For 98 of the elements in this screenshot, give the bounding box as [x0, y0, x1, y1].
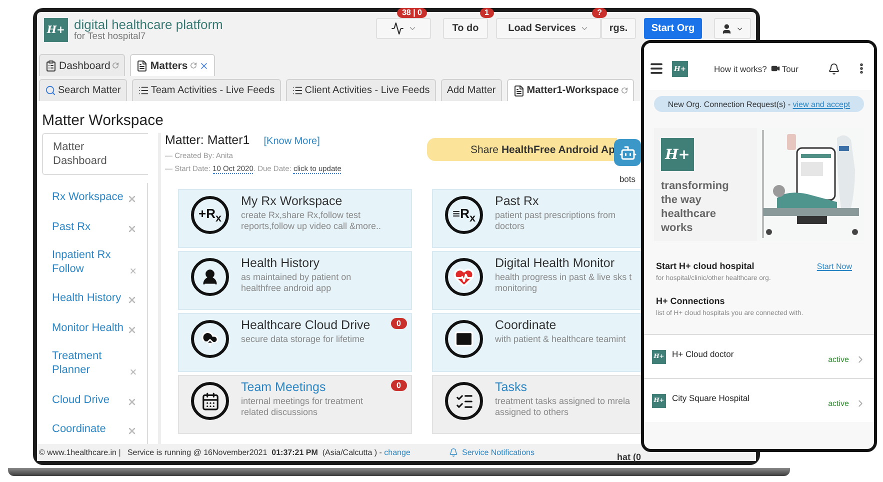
- service-card[interactable]: Health History as maintained by patient on healthfree android app: [178, 251, 412, 310]
- card-description: patient past prescriptions from doctors: [495, 210, 616, 232]
- card-title: Past Rx: [495, 194, 540, 208]
- tagline: transforming the way healthcare works: [661, 179, 730, 235]
- app-subtitle: for Test hospital7: [74, 32, 147, 42]
- card-title: Team Meetings: [241, 380, 327, 394]
- service-card[interactable]: Team Meetings internal meetings for treatment related discussions 0: [178, 375, 412, 434]
- refresh-icon[interactable]: [620, 87, 628, 94]
- card-title: My Rx Workspace: [241, 194, 344, 208]
- card-description: with patient & healthcare teamint: [495, 334, 626, 345]
- card-description: internal meetings for treatment related discussions: [241, 396, 364, 418]
- bell-icon: [449, 448, 458, 457]
- status-text: © www.1healthcare.in | Service is running @ 16November2021 01:37:21 PM (Asia/Calcutta ) - change: [39, 448, 412, 457]
- card-description: health progress in past & live sks t monitoring: [495, 272, 632, 294]
- how-it-works-link[interactable]: How it works?: [714, 64, 767, 74]
- close-icon[interactable]: [127, 295, 137, 306]
- service-card[interactable]: ≡R$_{x}$ Past Rx patient past prescriptions from doctors: [432, 189, 641, 248]
- service-card[interactable]: Healthcare Cloud Drive secure data storage for lifetime 0: [178, 313, 412, 372]
- calendar-icon: [191, 382, 229, 420]
- start-org-button[interactable]: Start Org: [644, 18, 702, 39]
- bell-icon[interactable]: [828, 62, 840, 74]
- service-card[interactable]: Coordinate with patient & healthcare teamint: [432, 313, 641, 372]
- start-now-link[interactable]: Start Now: [816, 262, 852, 271]
- close-icon[interactable]: [127, 396, 137, 407]
- hospital-name: City Square Hospital: [672, 392, 750, 402]
- workspace-title: Matter Workspace: [42, 112, 164, 129]
- activity-button[interactable]: [376, 18, 431, 39]
- menu-icon[interactable]: [649, 61, 664, 76]
- status-label: active: [828, 399, 849, 408]
- load-services-button[interactable]: Load Services: [496, 18, 601, 39]
- know-more-link[interactable]: [Know More]: [264, 136, 320, 147]
- video-icon: [770, 64, 780, 73]
- card-description: as maintained by patient on healthfree android app: [241, 272, 352, 294]
- sidebar-item[interactable]: Matter Dashboard: [42, 133, 148, 175]
- count-badge: 1: [480, 8, 494, 18]
- rx-icon: ≡R$_{x}$: [445, 196, 483, 234]
- card-description: create Rx,share Rx,follow test reports,follow up video call &more..: [241, 210, 382, 232]
- service-card[interactable]: Digital Health Monitor health progress in past & live sks t monitoring: [432, 251, 641, 310]
- count-badge: 38 | 0: [396, 8, 427, 18]
- tab[interactable]: Search Matter: [39, 79, 127, 101]
- card-description: treatment tasks assigned to mrela assigned to others: [495, 396, 630, 418]
- cloud-icon: [191, 320, 229, 358]
- close-icon[interactable]: [128, 266, 137, 276]
- matter-heading: Matter: Matter1: [165, 133, 250, 147]
- card-description: secure data storage for lifetime: [241, 334, 366, 345]
- person-icon: [191, 258, 229, 296]
- service-card[interactable]: +R$_{x}$ My Rx Workspace create Rx,share Rx,follow test reports,follow up video call &more..: [178, 189, 412, 248]
- caret-icon: [408, 24, 416, 33]
- checklist-icon: [445, 382, 483, 420]
- chat-label: hat (0: [616, 452, 641, 462]
- app-title: digital healthcare platform: [74, 18, 223, 32]
- share-banner[interactable]: Share HealthFree Android Ap: [427, 138, 617, 161]
- clipboard-icon: [45, 60, 57, 72]
- tour-link[interactable]: Tour: [770, 64, 798, 74]
- close-icon[interactable]: [127, 426, 137, 436]
- todo-button[interactable]: To do: [443, 18, 488, 39]
- count-badge: 0: [390, 318, 407, 329]
- card-title: Digital Health Monitor: [495, 256, 616, 270]
- card-title: Coordinate: [495, 318, 558, 332]
- tab[interactable]: Add Matter: [440, 79, 502, 101]
- card-title: Healthcare Cloud Drive: [241, 318, 370, 332]
- hospital-name: H+ Cloud doctor: [672, 348, 734, 358]
- section-title: Start H+ cloud hospital: [656, 261, 754, 271]
- search-icon: [45, 85, 56, 96]
- app-logo: H+: [44, 18, 68, 42]
- close-icon[interactable]: [127, 224, 137, 234]
- document-icon: [512, 84, 525, 96]
- close-icon[interactable]: [128, 367, 137, 378]
- orgs-button[interactable]: rgs.: [601, 18, 636, 39]
- connection-request-text: New Org. Connection Request(s) - view and accept: [668, 100, 850, 108]
- caret-icon: [580, 24, 589, 33]
- card-title: Tasks: [495, 380, 528, 394]
- card-title: Health History: [241, 256, 320, 270]
- status-label: active: [828, 355, 849, 364]
- close-icon[interactable]: [127, 324, 137, 335]
- section-title: H+ Connections: [656, 296, 726, 306]
- user-menu-button[interactable]: [714, 18, 751, 39]
- refresh-icon[interactable]: [190, 62, 197, 69]
- refresh-icon[interactable]: [112, 62, 120, 69]
- bot-icon[interactable]: [614, 139, 641, 166]
- notifications-link[interactable]: Service Notifications: [449, 448, 534, 457]
- app-logo: H+: [661, 138, 694, 171]
- user-icon: [721, 22, 732, 34]
- close-icon[interactable]: [127, 194, 137, 204]
- rx-icon: +R$_{x}$: [191, 196, 229, 234]
- change-link[interactable]: change: [384, 448, 410, 457]
- count-badge: 0: [390, 380, 407, 391]
- pulse-icon: [390, 22, 404, 35]
- close-icon[interactable]: [198, 60, 209, 70]
- tab[interactable]: Team Activities - Live Feeds: [132, 79, 281, 101]
- tab[interactable]: Matter1-Workspace: [506, 79, 634, 101]
- caret-icon: [736, 24, 744, 32]
- tab[interactable]: Client Activities - Live Feeds: [286, 79, 436, 101]
- document-icon: [136, 60, 148, 72]
- count-badge: ?: [592, 8, 607, 18]
- bots-label: bots: [619, 174, 636, 184]
- tab[interactable]: Matters: [130, 54, 215, 76]
- tab[interactable]: Dashboard: [39, 54, 126, 76]
